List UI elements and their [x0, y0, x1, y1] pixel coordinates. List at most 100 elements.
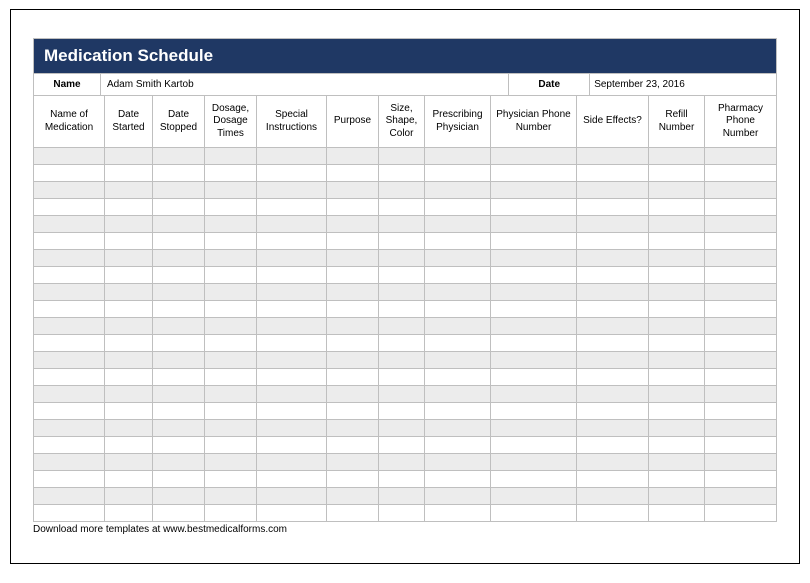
table-cell: [205, 216, 257, 233]
table-cell: [105, 437, 153, 454]
table-cell: [577, 420, 649, 437]
table-cell: [105, 420, 153, 437]
table-row: [33, 301, 777, 318]
table-cell: [577, 250, 649, 267]
table-cell: [491, 318, 577, 335]
table-cell: [257, 335, 327, 352]
table-cell: [153, 335, 205, 352]
table-cell: [379, 369, 425, 386]
table-cell: [327, 335, 379, 352]
table-cell: [379, 233, 425, 250]
table-cell: [649, 165, 705, 182]
table-cell: [153, 437, 205, 454]
table-cell: [257, 318, 327, 335]
table-cell: [491, 488, 577, 505]
table-cell: [33, 454, 105, 471]
table-cell: [327, 148, 379, 165]
table-cell: [327, 267, 379, 284]
table-cell: [649, 233, 705, 250]
table-cell: [33, 148, 105, 165]
table-row: [33, 386, 777, 403]
table-cell: [705, 335, 777, 352]
table-cell: [425, 216, 491, 233]
table-cell: [105, 488, 153, 505]
table-row: [33, 352, 777, 369]
col-header: Special Instructions: [257, 96, 327, 148]
table-cell: [105, 471, 153, 488]
table-cell: [257, 505, 327, 522]
table-cell: [649, 148, 705, 165]
table-cell: [379, 216, 425, 233]
table-cell: [33, 267, 105, 284]
table-cell: [105, 250, 153, 267]
table-cell: [105, 148, 153, 165]
table-cell: [705, 420, 777, 437]
table-row: [33, 335, 777, 352]
table-cell: [577, 505, 649, 522]
table-cell: [205, 386, 257, 403]
table-cell: [33, 301, 105, 318]
col-header: Size, Shape, Color: [379, 96, 425, 148]
table-cell: [153, 216, 205, 233]
table-cell: [425, 505, 491, 522]
table-cell: [649, 471, 705, 488]
table-cell: [153, 182, 205, 199]
table-cell: [33, 250, 105, 267]
document-frame: Medication Schedule Name Adam Smith Kart…: [10, 9, 800, 564]
table-cell: [425, 233, 491, 250]
table-row: [33, 199, 777, 216]
table-row: [33, 165, 777, 182]
table-cell: [425, 420, 491, 437]
table-cell: [205, 233, 257, 250]
table-cell: [205, 437, 257, 454]
table-cell: [33, 386, 105, 403]
table-cell: [379, 250, 425, 267]
table-cell: [379, 148, 425, 165]
table-cell: [649, 318, 705, 335]
table-cell: [205, 250, 257, 267]
table-cell: [491, 148, 577, 165]
table-cell: [379, 267, 425, 284]
table-cell: [425, 335, 491, 352]
table-cell: [205, 318, 257, 335]
table-row: [33, 420, 777, 437]
table-cell: [649, 352, 705, 369]
table-cell: [577, 471, 649, 488]
table-cell: [649, 182, 705, 199]
data-body: [33, 148, 777, 522]
table-row: [33, 471, 777, 488]
table-cell: [379, 403, 425, 420]
table-cell: [705, 233, 777, 250]
table-cell: [379, 182, 425, 199]
table-cell: [205, 182, 257, 199]
table-row: [33, 318, 777, 335]
table-cell: [327, 165, 379, 182]
table-cell: [105, 301, 153, 318]
table-cell: [257, 233, 327, 250]
col-header: Date Stopped: [153, 96, 205, 148]
table-cell: [153, 233, 205, 250]
table-cell: [33, 216, 105, 233]
table-cell: [379, 335, 425, 352]
table-cell: [491, 454, 577, 471]
table-cell: [425, 165, 491, 182]
table-cell: [491, 386, 577, 403]
table-cell: [327, 233, 379, 250]
table-cell: [649, 437, 705, 454]
table-cell: [257, 471, 327, 488]
table-cell: [33, 403, 105, 420]
col-header: Pharmacy Phone Number: [705, 96, 777, 148]
table-cell: [33, 420, 105, 437]
table-cell: [379, 454, 425, 471]
table-cell: [577, 301, 649, 318]
table-cell: [577, 386, 649, 403]
table-cell: [379, 352, 425, 369]
table-cell: [379, 165, 425, 182]
table-cell: [425, 369, 491, 386]
table-cell: [205, 267, 257, 284]
table-cell: [153, 199, 205, 216]
table-cell: [491, 335, 577, 352]
table-cell: [153, 471, 205, 488]
table-row: [33, 182, 777, 199]
table-cell: [257, 182, 327, 199]
